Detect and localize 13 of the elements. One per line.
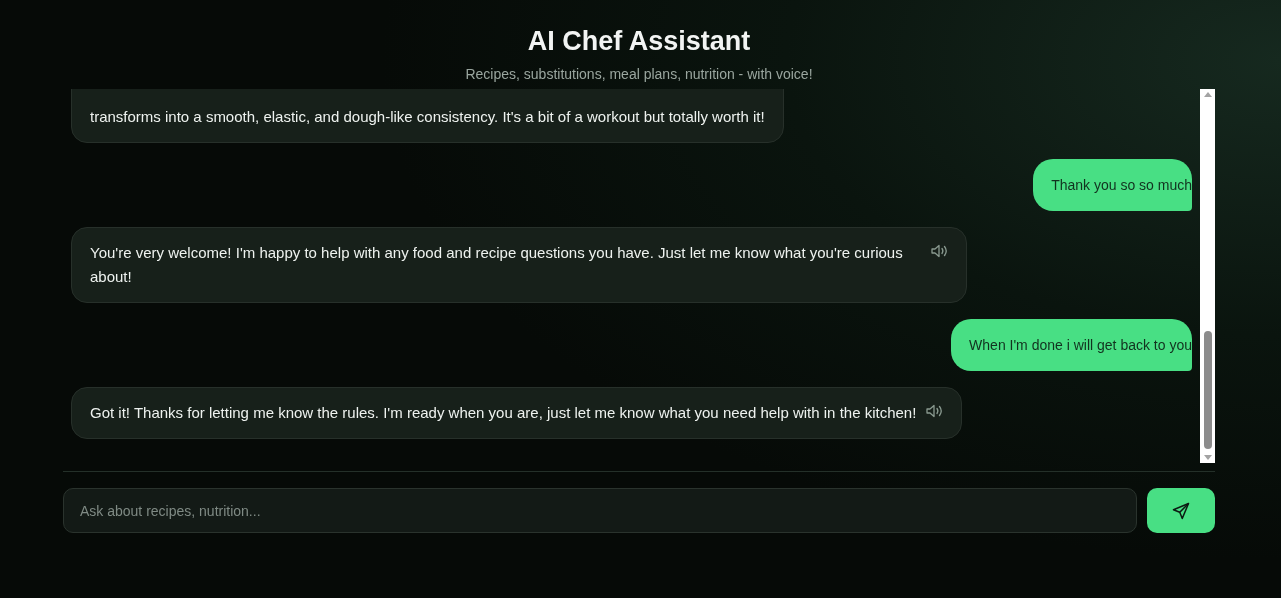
send-icon [1171,500,1191,521]
user-message: Thank you so so much [1033,159,1192,211]
message-text: Got it! Thanks for letting me know the rules. I'm ready when you are, just let me know what you need help with in the kitchen! [90,403,917,423]
user-message: When I'm done i will get back to you [951,319,1192,371]
app-subtitle: Recipes, substitutions, meal plans, nutrition - with voice! [464,66,814,82]
speaker-icon[interactable] [931,244,948,258]
message-text: transforms into a smooth, elastic, and dough-like consistency. It's a bit of a workout but totally worth it! [90,107,765,127]
app-title: AI Chef Assistant [526,25,752,58]
send-button[interactable] [1147,488,1215,533]
message-text: You're very welcome! I'm happy to help with any food and recipe questions you have. Just let me know what you're curious about! [90,243,904,287]
scrollbar[interactable] [1200,89,1215,463]
message-input[interactable]: Ask about recipes, nutrition... [63,488,1137,533]
speaker-icon[interactable] [926,404,944,418]
